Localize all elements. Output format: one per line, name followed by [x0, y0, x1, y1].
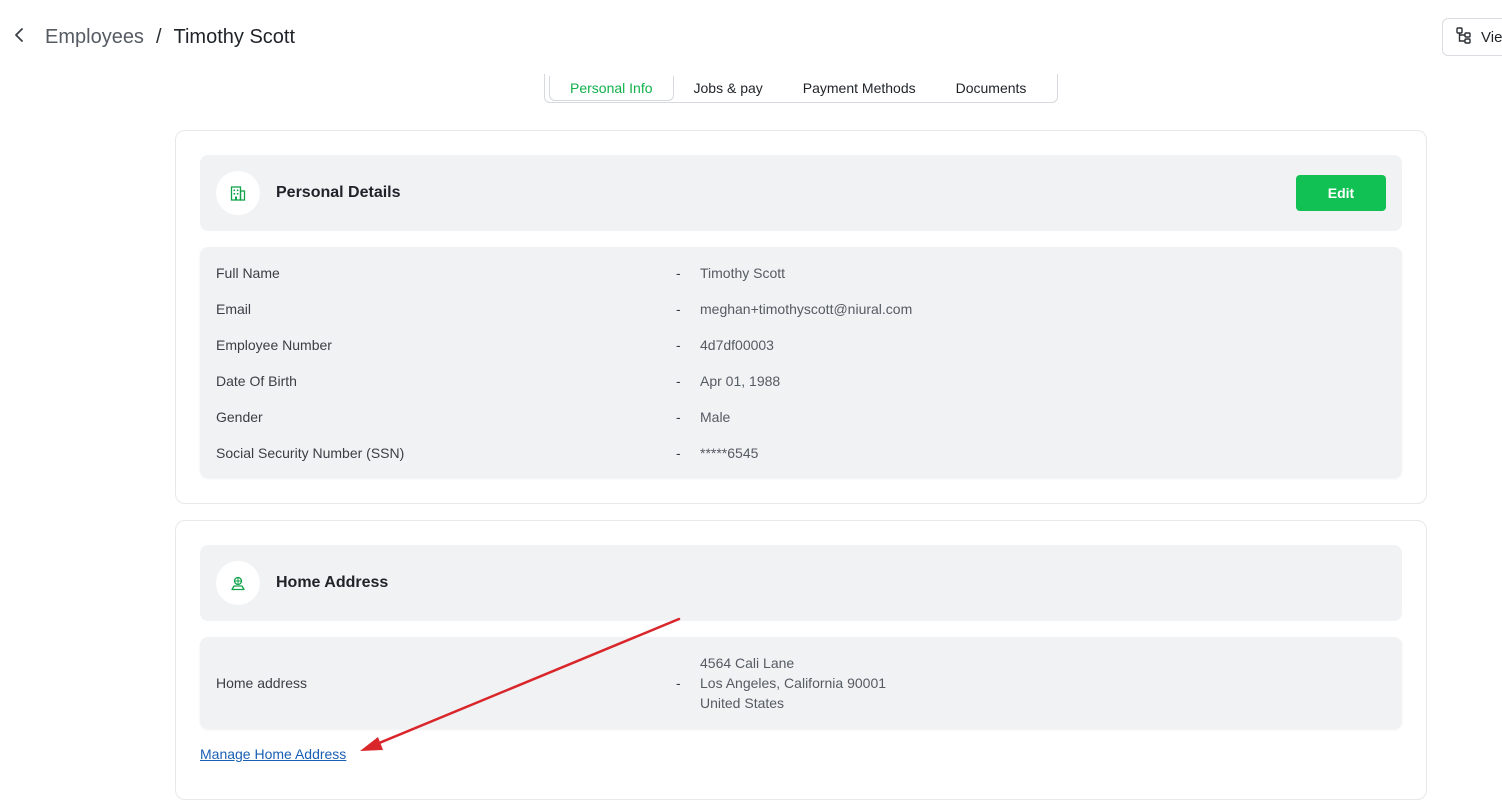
home-address-label: Home address [216, 675, 308, 691]
detail-label: Gender [216, 409, 263, 425]
breadcrumb: Employees / Timothy Scott [45, 24, 295, 50]
breadcrumb-separator: / [155, 25, 162, 48]
building-icon [216, 171, 260, 215]
detail-value: Male [700, 409, 731, 425]
detail-label: Full Name [216, 265, 280, 281]
breadcrumb-employees[interactable]: Employees [45, 26, 144, 49]
detail-row-date-of-birth: Date Of Birth - Apr 01, 1988 [216, 371, 1386, 391]
section-title-home-address: Home Address [276, 574, 389, 591]
manage-home-address-link[interactable]: Manage Home Address [200, 746, 346, 762]
personal-details-card: Personal Details Edit Full Name - Timoth… [175, 130, 1427, 504]
detail-label: Employee Number [216, 337, 332, 353]
top-bar: Employees / Timothy Scott Vie [0, 0, 1502, 74]
home-address-card: Home Address Home address - 4564 Cali La… [175, 520, 1427, 800]
detail-label: Date Of Birth [216, 373, 297, 389]
home-address-row: Home address - 4564 Cali Lane Los Angele… [216, 653, 1386, 713]
tab-documents[interactable]: Documents [936, 76, 1047, 101]
view-org-chart-button[interactable]: Vie [1442, 18, 1502, 56]
detail-value: meghan+timothyscott@niural.com [700, 301, 913, 317]
detail-value: 4d7df00003 [700, 337, 774, 353]
back-chevron-icon[interactable] [8, 24, 30, 46]
detail-row-employee-number: Employee Number - 4d7df00003 [216, 335, 1386, 355]
personal-details-header: Personal Details Edit [200, 155, 1402, 231]
address-line-country: United States [700, 695, 785, 711]
detail-separator: - [676, 409, 681, 425]
detail-separator: - [676, 373, 681, 389]
detail-separator: - [676, 445, 681, 461]
detail-value: *****6545 [700, 445, 759, 461]
detail-label: Email [216, 301, 252, 317]
tab-personal-info[interactable]: Personal Info [549, 75, 674, 101]
home-address-value: 4564 Cali Lane Los Angeles, California 9… [700, 653, 886, 713]
tab-jobs-pay[interactable]: Jobs & pay [674, 76, 783, 101]
org-chart-icon [1455, 26, 1473, 48]
detail-value: Timothy Scott [700, 265, 786, 281]
address-line-street: 4564 Cali Lane [700, 655, 795, 671]
detail-row-gender: Gender - Male [216, 407, 1386, 427]
edit-button[interactable]: Edit [1296, 175, 1386, 211]
detail-separator: - [676, 265, 681, 281]
detail-label: Social Security Number (SSN) [216, 445, 405, 461]
tab-payment-methods[interactable]: Payment Methods [783, 76, 936, 101]
detail-separator: - [676, 337, 681, 353]
home-address-icon [216, 561, 260, 605]
detail-row-full-name: Full Name - Timothy Scott [216, 263, 1386, 283]
detail-separator: - [676, 301, 681, 317]
breadcrumb-current-employee: Timothy Scott [173, 25, 296, 48]
detail-separator: - [676, 675, 681, 691]
home-address-header: Home Address [200, 545, 1402, 621]
profile-tabs: Personal Info Jobs & pay Payment Methods… [544, 74, 1058, 103]
detail-row-email: Email - meghan+timothyscott@niural.com [216, 299, 1386, 319]
section-title-personal-details: Personal Details [276, 184, 401, 201]
personal-details-list: Full Name - Timothy Scott Email - meghan… [200, 247, 1402, 478]
home-address-box: Home address - 4564 Cali Lane Los Angele… [200, 637, 1402, 729]
detail-value: Apr 01, 1988 [700, 373, 781, 389]
address-line-city: Los Angeles, California 90001 [700, 675, 887, 691]
detail-row-ssn: Social Security Number (SSN) - *****6545 [216, 443, 1386, 463]
view-button-label: Vie [1481, 28, 1502, 46]
